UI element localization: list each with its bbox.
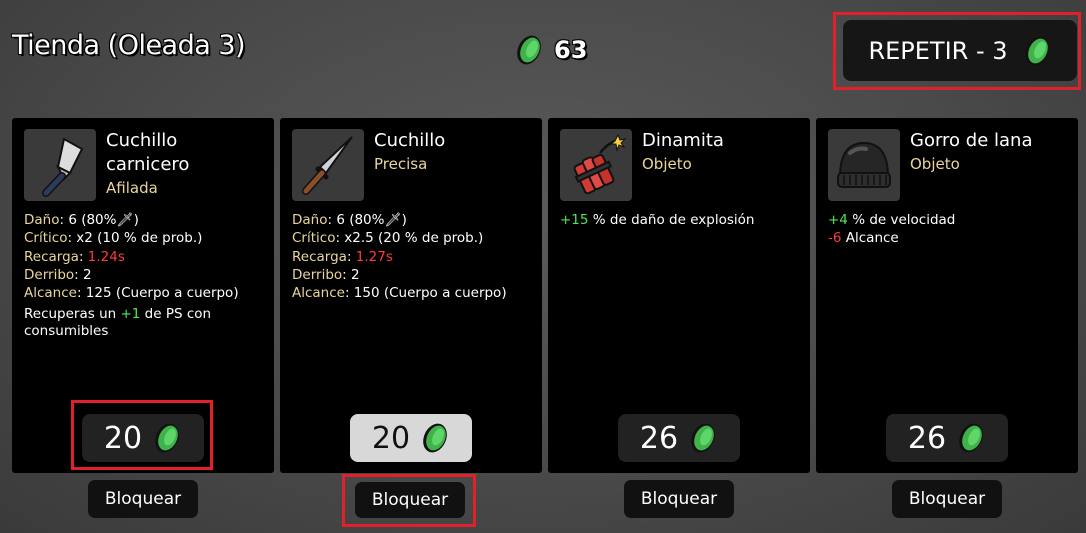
lock-button[interactable]: Bloquear bbox=[355, 482, 465, 518]
buy-button[interactable]: 20 bbox=[350, 414, 472, 462]
item-name: Cuchillo carnicero Afilada bbox=[106, 129, 266, 199]
shop-card-dynamite[interactable]: Dinamita Objeto +15 % de daño de explosi… bbox=[548, 118, 810, 473]
buy-button[interactable]: 26 bbox=[886, 414, 1008, 462]
item-name: Cuchillo Precisa bbox=[374, 129, 534, 175]
buy-button[interactable]: 26 bbox=[618, 414, 740, 462]
item-tag: Objeto bbox=[910, 155, 960, 173]
effect-range: -6 Alcance bbox=[828, 230, 899, 247]
stat-damage: Daño: 6 (80%🗡) bbox=[292, 212, 407, 228]
sword-icon: 🗡 bbox=[116, 212, 134, 228]
dynamite-icon bbox=[560, 129, 632, 201]
stat-crit: Crítico: x2.5 (20 % de prob.) bbox=[292, 230, 484, 247]
stat-crit: Crítico: x2 (10 % de prob.) bbox=[24, 230, 203, 247]
item-name-text: Cuchillo bbox=[374, 130, 446, 151]
price-value: 20 bbox=[371, 420, 411, 456]
stat-range: Alcance: 125 (Cuerpo a cuerpo) bbox=[24, 285, 239, 302]
stat-cooldown: Recarga: 1.27s bbox=[292, 248, 393, 265]
cleaver-icon bbox=[24, 129, 96, 201]
item-name-text: Cuchillo carnicero bbox=[106, 130, 190, 175]
materials-value: 63 bbox=[554, 36, 588, 64]
effect-explosion: +15 % de daño de explosión bbox=[560, 212, 755, 228]
sword-icon: 🗡 bbox=[384, 212, 402, 228]
item-tag: Afilada bbox=[106, 179, 158, 197]
shop-card-knife[interactable]: Cuchillo Precisa Daño: 6 (80%🗡) Crítico:… bbox=[280, 118, 542, 473]
reroll-label: REPETIR - 3 bbox=[868, 36, 1008, 65]
knife-icon bbox=[292, 129, 364, 201]
price-value: 26 bbox=[639, 420, 679, 456]
materials-counter: 63 bbox=[514, 33, 587, 67]
shop-card-beanie[interactable]: Gorro de lana Objeto +4 % de velocidad -… bbox=[816, 118, 1078, 473]
stat-damage: Daño: 6 (80%🗡) bbox=[24, 212, 139, 228]
item-effects: +4 % de velocidad -6 Alcance bbox=[828, 211, 1073, 248]
item-stats: Daño: 6 (80%🗡) Crítico: x2.5 (20 % de pr… bbox=[292, 211, 537, 302]
item-effects: +15 % de daño de explosión bbox=[560, 211, 805, 229]
material-coin-icon bbox=[1022, 34, 1052, 68]
lock-button[interactable]: Bloquear bbox=[88, 480, 198, 518]
stat-cooldown: Recarga: 1.24s bbox=[24, 248, 125, 265]
material-coin-icon bbox=[514, 33, 544, 67]
reroll-button[interactable]: REPETIR - 3 bbox=[843, 20, 1077, 81]
item-tag: Precisa bbox=[374, 155, 428, 173]
item-name-text: Dinamita bbox=[642, 130, 724, 151]
stat-range: Alcance: 150 (Cuerpo a cuerpo) bbox=[292, 285, 507, 302]
material-coin-icon bbox=[688, 421, 718, 455]
material-coin-icon bbox=[956, 421, 986, 455]
lock-button[interactable]: Bloquear bbox=[892, 480, 1002, 518]
beanie-icon bbox=[828, 129, 900, 201]
buy-highlight bbox=[71, 400, 213, 470]
stat-extra: Recuperas un +1 de PS con consumibles bbox=[24, 306, 212, 340]
item-name-text: Gorro de lana bbox=[910, 130, 1033, 151]
lock-button[interactable]: Bloquear bbox=[624, 480, 734, 518]
item-name: Gorro de lana Objeto bbox=[910, 129, 1070, 175]
stat-knockback: Derribo: 2 bbox=[292, 266, 360, 283]
material-coin-icon bbox=[420, 421, 450, 455]
price-value: 26 bbox=[907, 420, 947, 456]
item-tag: Objeto bbox=[642, 155, 692, 173]
item-stats: Daño: 6 (80%🗡) Crítico: x2 (10 % de prob… bbox=[24, 211, 269, 340]
stat-knockback: Derribo: 2 bbox=[24, 266, 92, 283]
effect-speed: +4 % de velocidad bbox=[828, 212, 956, 228]
shop-title: Tienda (Oleada 3) bbox=[12, 30, 246, 61]
item-name: Dinamita Objeto bbox=[642, 129, 802, 175]
